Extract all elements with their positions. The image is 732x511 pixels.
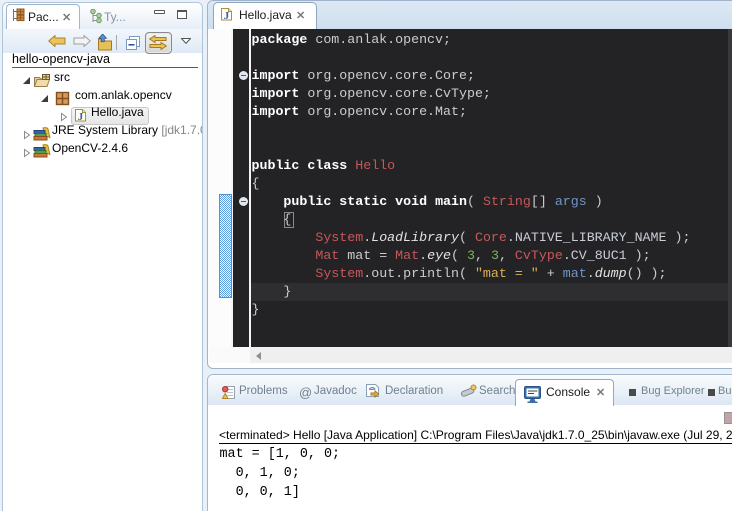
svg-text:J: J [224, 10, 230, 21]
svg-text:J: J [78, 111, 84, 122]
